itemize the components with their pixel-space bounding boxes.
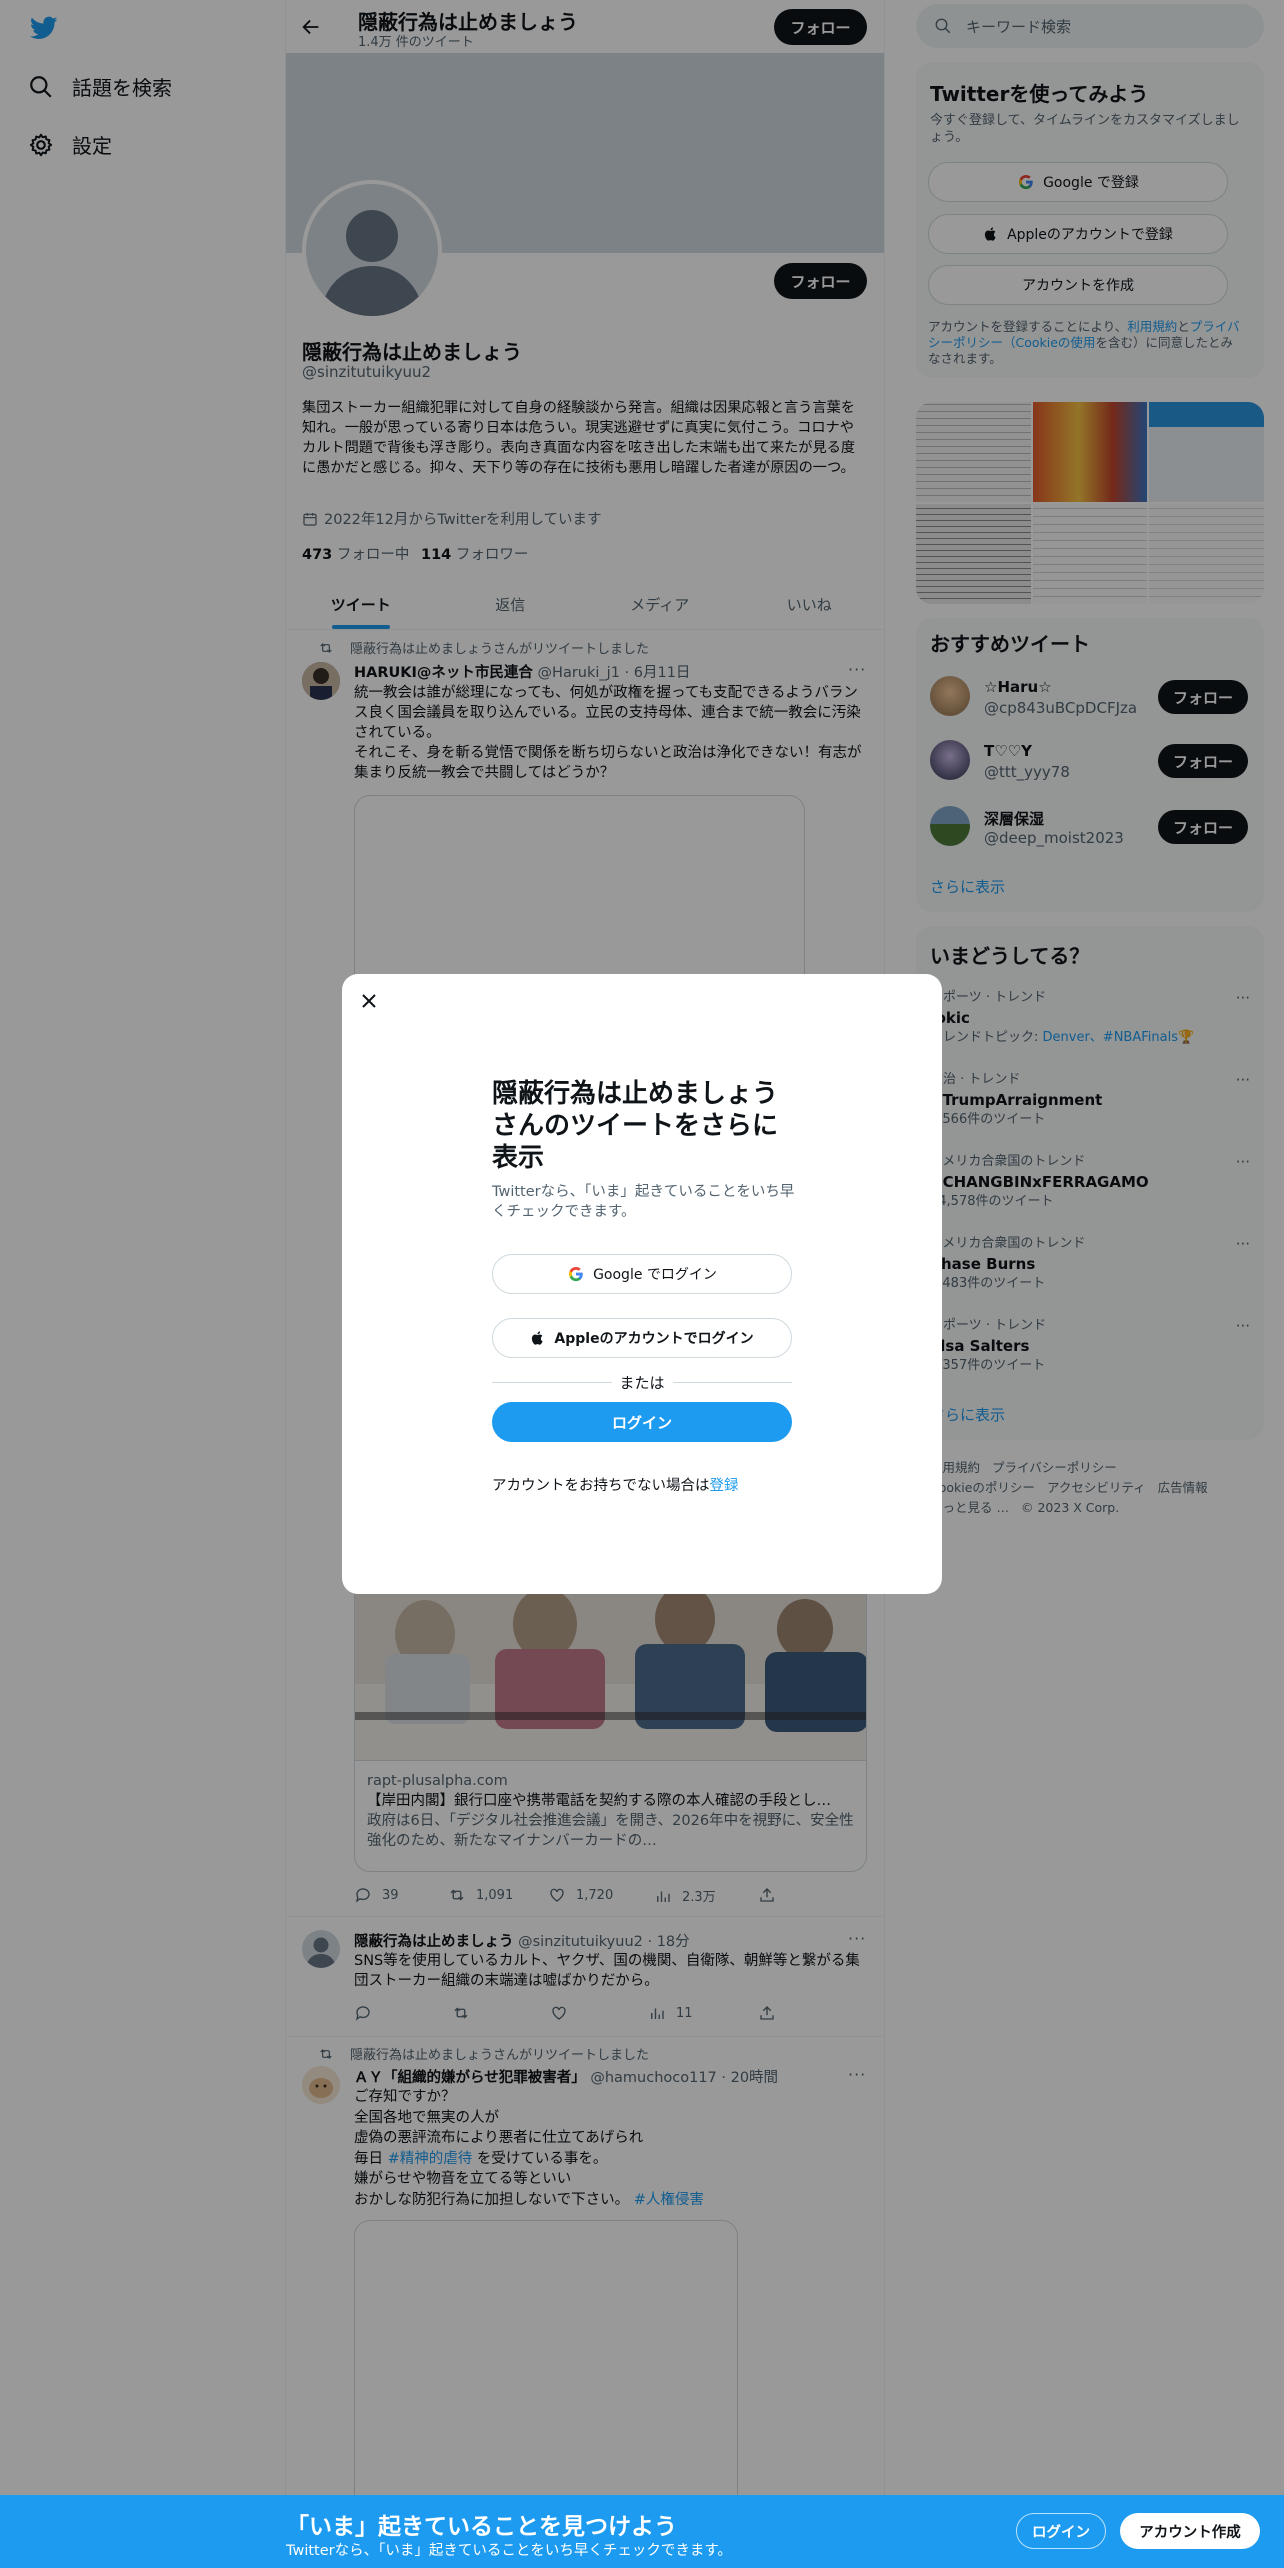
apple-icon — [530, 1329, 546, 1347]
bottom-bar-title: 「いま」起きていることを見つけよう — [286, 2514, 677, 2540]
google-icon — [567, 1265, 585, 1283]
bottom-signup-bar: 「いま」起きていることを見つけよう Twitterなら、「いま」起きていることを… — [0, 2495, 1284, 2568]
modal-subtitle: Twitterなら、「いま」起きていることをいち早くチェックできます。 — [492, 1184, 795, 1220]
signup-link[interactable]: 登録 — [710, 1478, 739, 1494]
close-icon[interactable] — [356, 988, 382, 1014]
bottom-bar-subtitle: Twitterなら、「いま」起きていることをいち早くチェックできます。 — [286, 2543, 732, 2559]
apple-login-button[interactable]: Appleのアカウントでログイン — [492, 1318, 792, 1358]
or-divider: または — [492, 1372, 793, 1393]
modal-title: 隠蔽行為は止めましょうさんのツイートをさらに表示 — [492, 1079, 779, 1173]
bottom-signup-button[interactable]: アカウント作成 — [1120, 2513, 1260, 2549]
login-modal: 隠蔽行為は止めましょうさんのツイートをさらに表示 Twitterなら、「いま」起… — [342, 974, 942, 1594]
google-login-button[interactable]: Google でログイン — [492, 1254, 792, 1294]
bottom-login-button[interactable]: ログイン — [1016, 2513, 1106, 2549]
no-account-text: アカウントをお持ちでない場合は登録 — [492, 1478, 739, 1494]
login-button[interactable]: ログイン — [492, 1402, 792, 1442]
